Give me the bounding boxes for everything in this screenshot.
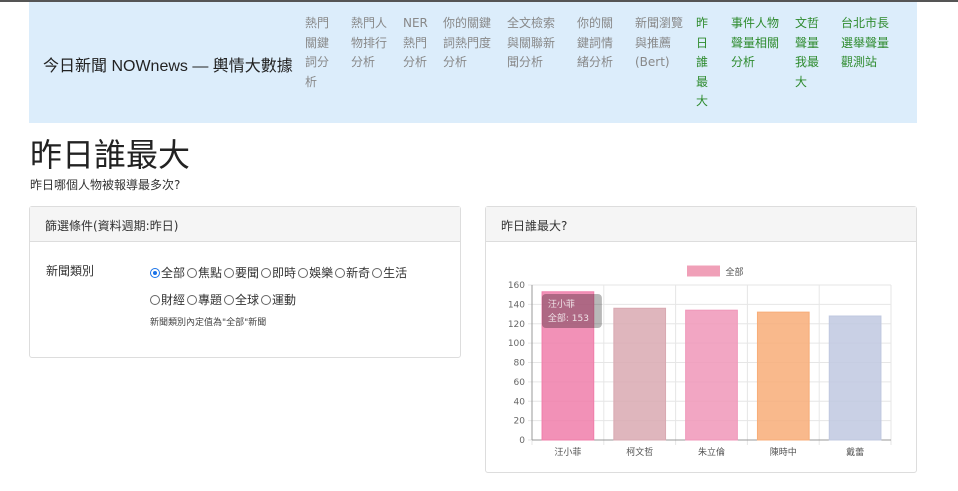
radio-button[interactable] [187,268,198,278]
radio-button[interactable] [224,295,235,305]
tooltip-title: 汪小菲 [548,298,575,310]
nav-link-4[interactable]: 你的關鍵詞熱門度分析 [443,14,497,73]
y-tick-label: 160 [508,281,525,291]
radio-label: 全球 [235,293,260,307]
chart-panel-heading: 昨日誰最大? [486,207,916,242]
radio-label: 生活 [383,266,408,280]
tooltip-body: 全部: 153 [548,312,589,324]
radio-button[interactable] [261,268,272,278]
nav-link-2[interactable]: 熱門人物排行分析 [351,14,391,73]
radio-label: 新奇 [346,266,371,280]
radio-label: 焦點 [198,266,223,280]
nav-link-3[interactable]: NER熱門分析 [403,14,431,73]
radio-button[interactable] [224,268,235,278]
brand-logo-text[interactable]: 今日新聞 NOWnews — 輿情大數據 [43,52,293,76]
x-tick-label: 汪小菲 [554,446,581,458]
y-tick-label: 20 [514,417,526,427]
y-tick-label: 120 [508,320,525,330]
radio-button[interactable] [187,295,198,305]
filter-panel: 篩選條件(資料週期:昨日) 新聞類別 全部 焦點 要聞 即時 娛樂 新奇 生活財經 專題 全球運… [29,206,461,358]
radio-button[interactable] [298,268,309,278]
news-category-option-4[interactable]: 即時 [261,260,296,286]
news-category-label: 新聞類別 [46,264,95,278]
radio-button[interactable] [150,268,160,278]
chart-panel: 昨日誰最大? 0 20 40 60 80 100 120 140 160 汪小菲 柯文哲 朱立倫 陳時中… [485,206,917,473]
news-category-option-7[interactable]: 生活 [372,260,407,286]
bar-2[interactable] [613,307,667,441]
news-category-option-8[interactable]: 財經 [150,287,185,313]
nav-link-10[interactable]: 文哲聲量我最大 [795,14,825,92]
nav-link-7[interactable]: 新聞瀏覽與推薦(Bert) [635,14,683,73]
x-tick-label: 朱立倫 [698,446,725,458]
radio-label: 專題 [198,293,223,307]
radio-label: 即時 [272,266,297,280]
nav-link-11[interactable]: 台北市長選舉聲量觀測站 [841,14,895,73]
radio-button[interactable] [150,295,160,305]
nav-link-6[interactable]: 你的關鍵詞情緒分析 [577,14,619,73]
radio-label: 運動 [272,293,297,307]
bar-3[interactable] [685,309,738,441]
radio-button[interactable] [261,295,272,305]
radio-button[interactable] [335,268,346,278]
filter-panel-heading: 篩選條件(資料週期:昨日) [30,207,460,242]
news-category-hint: 新聞類別內定值為"全部"新聞 [150,318,267,328]
radio-label: 財經 [161,293,186,307]
radio-label: 全部 [161,266,186,280]
news-category-option-11[interactable]: 運動 [261,287,296,313]
x-tick-label: 柯文哲 [626,446,653,458]
nav-link-1[interactable]: 熱門關鍵詞分析 [305,14,333,92]
news-category-option-1[interactable]: 全部 [150,260,185,286]
news-category-option-5[interactable]: 娛樂 [298,260,333,286]
bar-5[interactable] [828,315,882,441]
y-tick-label: 40 [514,397,526,407]
radio-label: 要聞 [235,266,260,280]
nav-link-8[interactable]: 昨日誰最大 [696,14,712,112]
radio-label: 娛樂 [309,266,334,280]
legend-swatch [687,265,720,277]
navbar: 今日新聞 NOWnews — 輿情大數據 熱門關鍵詞分析 熱門人物排行分析 NER熱… [29,2,917,123]
x-tick-label: 陳時中 [770,446,797,458]
news-category-option-3[interactable]: 要聞 [224,260,259,286]
page-subtitle: 昨日哪個人物被報導最多次? [30,178,181,192]
news-category-radio-group: 全部 焦點 要聞 即時 娛樂 新奇 生活財經 專題 全球 運動 [150,260,440,314]
y-tick-label: 60 [514,378,526,388]
y-tick-label: 140 [508,300,525,310]
x-tick-label: 戴蕾 [846,446,864,458]
news-category-option-6[interactable]: 新奇 [335,260,370,286]
news-category-option-2[interactable]: 焦點 [187,260,222,286]
news-category-option-10[interactable]: 全球 [224,287,259,313]
nav-link-9[interactable]: 事件人物聲量相關分析 [731,14,785,73]
bar-4[interactable] [756,311,810,441]
page-title: 昨日誰最大 [30,137,191,173]
bar-chart: 020406080100120140160汪小菲 柯文哲 朱立倫 陳時中 戴蕾全部汪小菲… [508,265,892,458]
y-tick-label: 0 [519,436,525,446]
nav-link-5[interactable]: 全文檢索與關聯新聞分析 [507,14,561,73]
y-tick-label: 80 [514,359,526,369]
legend-label: 全部 [726,266,744,278]
y-tick-label: 100 [508,339,525,349]
news-category-option-9[interactable]: 專題 [187,287,222,313]
radio-button[interactable] [372,268,383,278]
